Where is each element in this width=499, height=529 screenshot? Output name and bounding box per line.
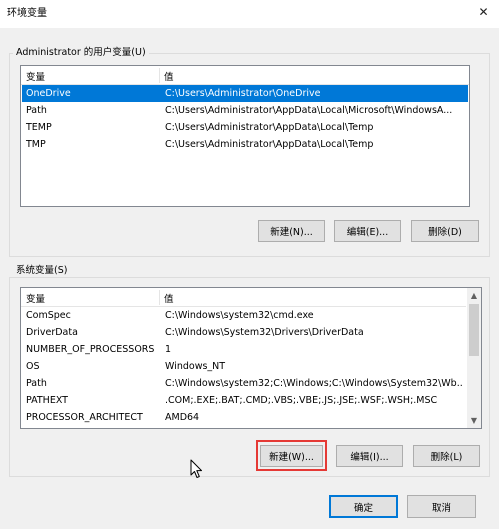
system_vars-row[interactable]: OS Windows_NT: [22, 358, 465, 375]
user_vars-row-name: TEMP: [26, 122, 52, 133]
system_vars-row[interactable]: NUMBER_OF_PROCESSORS 1: [22, 341, 465, 358]
column-divider[interactable]: [159, 290, 160, 305]
title-bar: 环境变量 ✕: [0, 0, 499, 28]
system-delete-button[interactable]: 删除(L): [413, 445, 480, 467]
system_vars-row-value: C:\Windows\system32;C:\Windows;C:\Window…: [165, 378, 463, 389]
window-title: 环境变量: [7, 8, 47, 19]
user_vars-row-value: C:\Users\Administrator\AppData\Local\Tem…: [165, 122, 374, 133]
user-vars-header-value[interactable]: 值: [164, 69, 174, 83]
system-vars-header-name[interactable]: 变量: [26, 291, 45, 305]
system_vars-row-name: PROCESSOR_ARCHITECT: [26, 412, 143, 423]
system_vars-row[interactable]: PROCESSOR_ARCHITECT AMD64: [22, 409, 465, 426]
system_vars-row-value: C:\Windows\System32\Drivers\DriverData: [165, 327, 364, 338]
user-vars-header-name[interactable]: 变量: [26, 69, 45, 83]
system_vars-row-value: AMD64: [165, 412, 200, 423]
user-vars-list-header: 变量 值: [21, 66, 469, 85]
cancel-button[interactable]: 取消: [407, 495, 476, 518]
user-new-button[interactable]: 新建(N)...: [258, 220, 325, 242]
system-vars-list[interactable]: 变量 值 ComSpec C:\Windows\system32\cmd.exe D…: [20, 287, 482, 429]
system_vars-row-value: Windows_NT: [165, 361, 226, 372]
system_vars-row-name: NUMBER_OF_PROCESSORS: [26, 344, 155, 355]
system_vars-row-name: PATHEXT: [26, 395, 68, 406]
user_vars-row-value: C:\Users\Administrator\OneDrive: [165, 88, 321, 99]
system-edit-button[interactable]: 编辑(I)...: [336, 445, 403, 467]
user_vars-row-name: TMP: [26, 139, 46, 150]
scroll-up-icon[interactable]: ▲: [467, 288, 481, 303]
system_vars-row-value: 1: [165, 344, 172, 355]
user-edit-button[interactable]: 编辑(E)...: [334, 220, 401, 242]
user_vars-row[interactable]: Path C:\Users\Administrator\AppData\Local…: [22, 102, 468, 119]
system_vars-row[interactable]: Path C:\Windows\system32;C:\Windows;C:\Wi…: [22, 375, 465, 392]
ok-button[interactable]: 确定: [329, 495, 398, 518]
system_vars-row[interactable]: DriverData C:\Windows\System32\Drivers\Dr…: [22, 324, 465, 341]
column-divider[interactable]: [159, 68, 160, 83]
system_vars-row[interactable]: PATHEXT .COM;.EXE;.BAT;.CMD;.VBS;.VBE;.JS…: [22, 392, 465, 409]
user-vars-list[interactable]: 变量 值 OneDrive C:\Users\Administrator\OneD…: [20, 65, 470, 207]
system_vars-row-name: Path: [26, 378, 47, 389]
system_vars-row-value: C:\Windows\system32\cmd.exe: [165, 310, 314, 321]
system_vars-row-value: .COM;.EXE;.BAT;.CMD;.VBS;.VBE;.JS;.JSE;.…: [165, 395, 438, 406]
arrow-cursor-icon: [190, 459, 202, 478]
user_vars-row[interactable]: TEMP C:\Users\Administrator\AppData\Local…: [22, 119, 468, 136]
user_vars-row-name: OneDrive: [26, 88, 71, 99]
system-vars-group-label: 系统变量(S): [13, 265, 71, 276]
system-vars-scrollbar[interactable]: ▲ ▼: [467, 288, 481, 428]
user_vars-row[interactable]: OneDrive C:\Users\Administrator\OneDrive: [22, 85, 468, 102]
user_vars-row-name: Path: [26, 105, 47, 116]
user_vars-row-value: C:\Users\Administrator\AppData\Local\Mic…: [165, 105, 453, 116]
system_vars-row-name: DriverData: [26, 327, 78, 338]
system_vars-row[interactable]: ComSpec C:\Windows\system32\cmd.exe: [22, 307, 465, 324]
system_vars-row-name: OS: [26, 361, 40, 372]
user-delete-button[interactable]: 删除(D): [411, 220, 479, 242]
close-icon[interactable]: ✕: [468, 0, 499, 24]
user-vars-group-label: Administrator 的用户变量(U): [13, 47, 149, 58]
system-vars-list-header: 变量 值: [21, 288, 466, 307]
system-vars-header-value[interactable]: 值: [164, 291, 174, 305]
user_vars-row[interactable]: TMP C:\Users\Administrator\AppData\Local\…: [22, 136, 468, 153]
scroll-down-icon[interactable]: ▼: [467, 413, 481, 428]
user_vars-row-value: C:\Users\Administrator\AppData\Local\Tem…: [165, 139, 374, 150]
scroll-thumb[interactable]: [469, 304, 479, 356]
highlight-box: [256, 440, 327, 471]
system_vars-row-name: ComSpec: [26, 310, 71, 321]
